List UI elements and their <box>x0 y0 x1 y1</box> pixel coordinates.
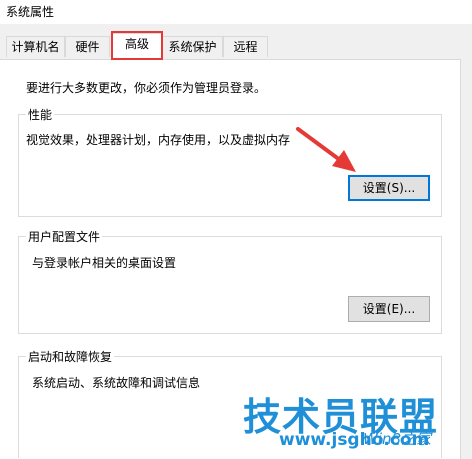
tab-system-protection[interactable]: 系统保护 <box>162 36 223 57</box>
performance-settings-button[interactable]: 设置(S)... <box>348 175 430 201</box>
performance-label: 性能 <box>26 106 55 123</box>
window-title-bar: 系统属性 <box>0 0 472 24</box>
performance-description: 视觉效果，处理器计划，内存使用，以及虚拟内存 <box>26 133 291 147</box>
tab-remote[interactable]: 远程 <box>223 36 268 57</box>
user-profiles-description: 与登录帐户相关的桌面设置 <box>32 256 177 270</box>
performance-group <box>18 114 442 217</box>
window-title: 系统属性 <box>6 5 55 19</box>
startup-recovery-description: 系统启动、系统故障和调试信息 <box>32 376 201 390</box>
admin-notice: 要进行大多数更改，你必须作为管理员登录。 <box>26 81 267 95</box>
tab-bar: 计算机名 硬件 高级 系统保护 远程 <box>0 33 472 60</box>
user-profiles-label: 用户配置文件 <box>26 228 103 245</box>
tab-hardware[interactable]: 硬件 <box>65 36 110 57</box>
user-profiles-settings-button[interactable]: 设置(E)... <box>348 296 430 322</box>
startup-recovery-label: 启动和故障恢复 <box>26 348 115 365</box>
watermark-small: Win8之家 <box>363 430 432 448</box>
tab-computer-name[interactable]: 计算机名 <box>6 36 65 57</box>
tab-highlight-box <box>111 31 163 60</box>
